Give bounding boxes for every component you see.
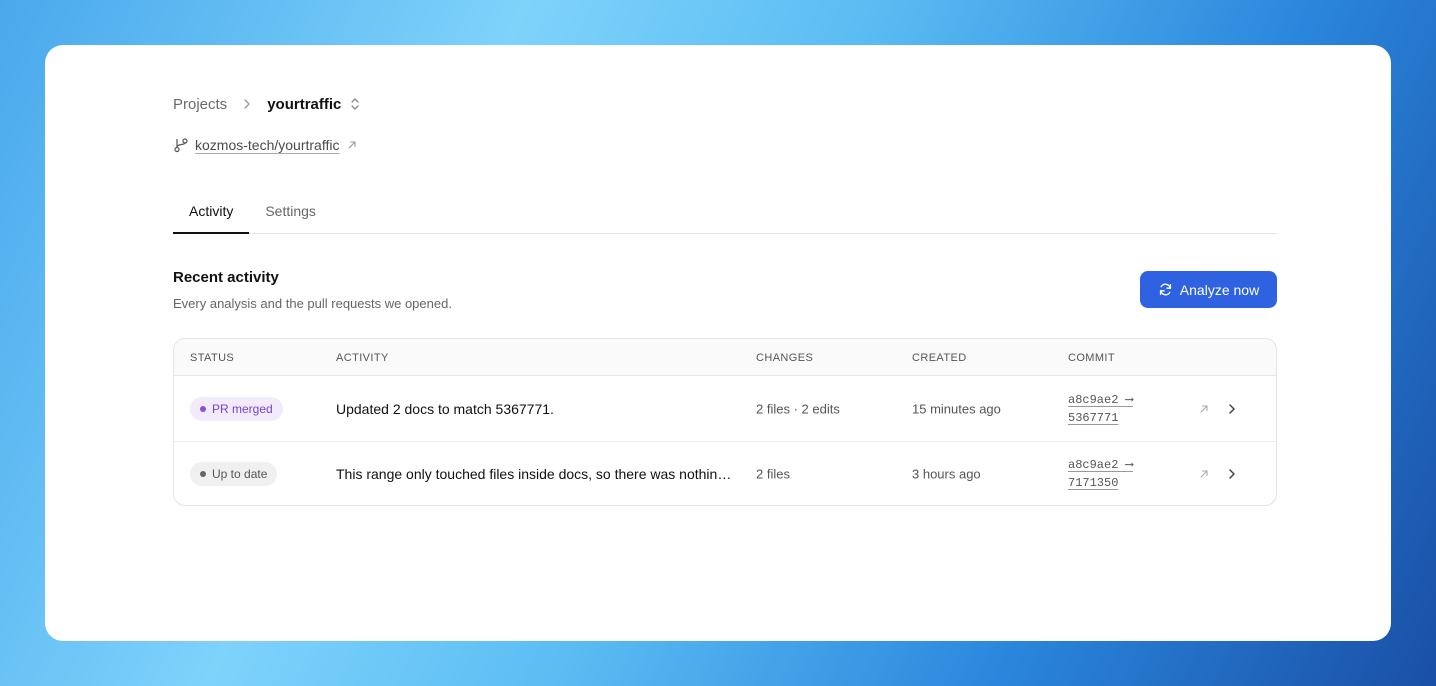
created-cell: 3 hours ago	[912, 466, 981, 482]
commit-cell: a8c9ae2 ⟶ 7171350	[1068, 456, 1133, 492]
repo-link[interactable]: kozmos-tech/yourtraffic	[195, 137, 339, 153]
project-card: Projects yourtraffic kozmos-tech/yourtra…	[45, 45, 1391, 641]
status-dot-icon	[200, 471, 206, 477]
chevron-right-icon[interactable]	[1226, 402, 1238, 416]
refresh-icon	[1158, 282, 1173, 297]
commit-to-link[interactable]: 7171350	[1068, 476, 1118, 490]
commit-to-link[interactable]: 5367771	[1068, 411, 1118, 425]
breadcrumb: Projects yourtraffic	[173, 95, 361, 113]
activity-cell: Updated 2 docs to match 5367771.	[336, 400, 554, 417]
activity-cell: This range only touched files inside doc…	[336, 466, 736, 482]
project-switcher-icon[interactable]	[349, 96, 361, 112]
commit-cell: a8c9ae2 ⟶ 5367771	[1068, 391, 1133, 427]
chevron-right-icon[interactable]	[1226, 467, 1238, 481]
external-link-icon[interactable]	[347, 140, 357, 150]
tab-settings[interactable]: Settings	[249, 189, 332, 234]
analyze-now-button[interactable]: Analyze now	[1140, 271, 1277, 308]
chevron-right-icon	[239, 96, 255, 112]
status-dot-icon	[200, 405, 206, 412]
tab-bar: Activity Settings	[173, 189, 1277, 234]
changes-cell: 2 files · 2 edits	[756, 401, 840, 416]
repo-link-row: kozmos-tech/yourtraffic	[173, 136, 357, 154]
commit-from-link[interactable]: a8c9ae2 ⟶	[1068, 458, 1133, 472]
breadcrumb-projects-link[interactable]: Projects	[173, 96, 227, 113]
created-cell: 15 minutes ago	[912, 401, 1001, 416]
table-row[interactable]: Up to date This range only touched files…	[174, 441, 1276, 505]
status-label: Up to date	[212, 467, 268, 481]
table-header: STATUS ACTIVITY CHANGES CREATED COMMIT	[174, 339, 1276, 376]
tab-activity[interactable]: Activity	[173, 189, 250, 234]
header-status: STATUS	[190, 352, 235, 364]
status-cell: Up to date	[190, 462, 278, 486]
status-badge: PR merged	[190, 396, 283, 421]
status-badge: Up to date	[190, 462, 278, 486]
external-link-icon[interactable]	[1199, 404, 1209, 414]
git-branch-icon	[173, 137, 189, 153]
header-activity: ACTIVITY	[336, 352, 389, 364]
header-changes: CHANGES	[756, 352, 814, 364]
commit-from-link[interactable]: a8c9ae2 ⟶	[1068, 393, 1133, 407]
changes-cell: 2 files	[756, 466, 790, 482]
header-commit: COMMIT	[1068, 352, 1116, 364]
status-label: PR merged	[212, 401, 273, 416]
analyze-now-label: Analyze now	[1179, 281, 1260, 298]
header-created: CREATED	[912, 352, 967, 364]
section-title: Recent activity	[173, 269, 279, 286]
table-row[interactable]: PR merged Updated 2 docs to match 536777…	[174, 376, 1276, 441]
status-cell: PR merged	[190, 396, 283, 421]
external-link-icon[interactable]	[1199, 469, 1209, 479]
activity-table: STATUS ACTIVITY CHANGES CREATED COMMIT P…	[173, 338, 1277, 506]
section-subtitle: Every analysis and the pull requests we …	[173, 296, 452, 311]
breadcrumb-current-project: yourtraffic	[267, 95, 342, 113]
